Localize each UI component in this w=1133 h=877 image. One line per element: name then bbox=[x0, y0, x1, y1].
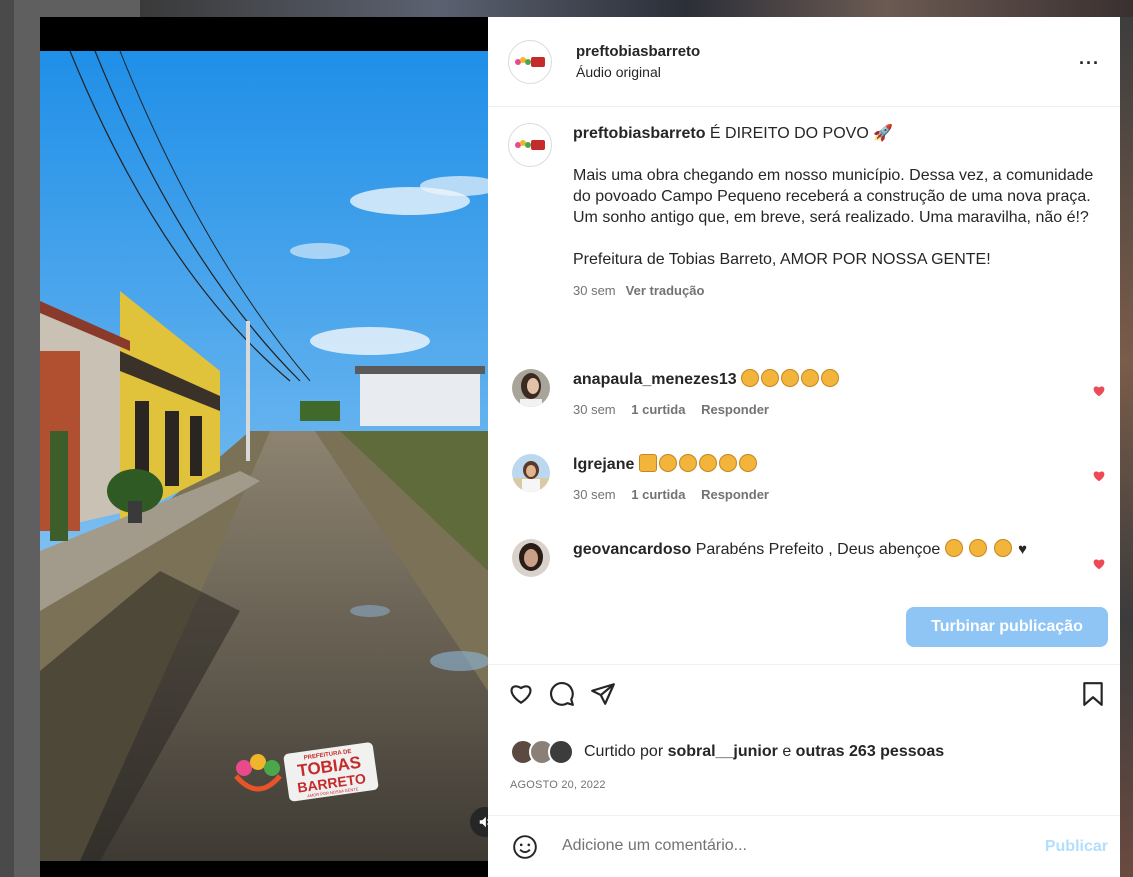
commenter-avatar[interactable] bbox=[512, 539, 550, 577]
commenter-username[interactable]: lgrejane bbox=[573, 456, 634, 473]
see-translation-button[interactable]: Ver tradução bbox=[626, 283, 705, 298]
reply-button[interactable]: Responder bbox=[701, 487, 769, 502]
audio-label[interactable]: Áudio original bbox=[576, 64, 700, 80]
caption-paragraph-2: Prefeitura de Tobias Barreto, AMOR POR N… bbox=[573, 251, 991, 268]
caption-username[interactable]: preftobiasbarreto bbox=[573, 125, 705, 142]
comment-likes-count[interactable]: 1 curtida bbox=[631, 487, 685, 502]
caption-time[interactable]: 30 sem bbox=[573, 283, 616, 298]
add-comment-bar: Publicar bbox=[488, 816, 1120, 877]
post-media[interactable]: PREFEITURA DE TOBIAS BARRETO AMOR POR NO… bbox=[40, 17, 488, 877]
commenter-avatar[interactable] bbox=[512, 369, 550, 407]
caption-paragraph-1: Mais uma obra chegando em nosso municípi… bbox=[573, 167, 1094, 226]
commenter-username[interactable]: geovancardoso bbox=[573, 541, 691, 558]
comments-list[interactable]: preftobiasbarreto É DIREITO DO POVO 🚀 Ma… bbox=[488, 107, 1120, 590]
likes-summary: Curtido por sobral__junior e outras 263 … bbox=[510, 739, 944, 765]
heart-outline-icon[interactable] bbox=[508, 681, 534, 707]
comment-item: anapaula_menezes13 30 sem 1 curtida Resp… bbox=[508, 369, 1108, 420]
caption-avatar[interactable] bbox=[508, 123, 552, 167]
prefeitura-logo-icon bbox=[515, 56, 545, 67]
heart-filled-icon[interactable] bbox=[1092, 469, 1106, 483]
comment-text: Parabéns Prefeito , Deus abençoe bbox=[695, 541, 941, 558]
clapping-hands-emojis bbox=[944, 539, 1014, 558]
clapping-hands-emojis bbox=[741, 369, 841, 388]
bookmark-icon[interactable] bbox=[1082, 681, 1104, 707]
author-username[interactable]: preftobiasbarreto bbox=[576, 43, 700, 60]
page-backdrop-right bbox=[1120, 17, 1133, 877]
page-backdrop-left bbox=[0, 0, 14, 877]
emoji-icon[interactable] bbox=[512, 834, 538, 860]
comment-likes-count[interactable]: 1 curtida bbox=[631, 402, 685, 417]
liker-avatar[interactable] bbox=[548, 739, 574, 765]
liked-by-conj: e bbox=[782, 743, 792, 760]
prefeitura-logo-icon bbox=[515, 140, 545, 150]
post-actions: Curtido por sobral__junior e outras 263 … bbox=[488, 665, 1120, 816]
clapping-hands-emojis bbox=[638, 454, 759, 473]
boost-row: Turbinar publicação bbox=[488, 590, 1120, 665]
liked-by-prefix: Curtido por bbox=[584, 743, 664, 760]
more-options-button[interactable]: ··· bbox=[1079, 53, 1100, 74]
commenter-username[interactable]: anapaula_menezes13 bbox=[573, 371, 737, 388]
caption-headline: É DIREITO DO POVO bbox=[709, 125, 869, 142]
liked-by-user[interactable]: sobral__junior bbox=[668, 743, 778, 761]
black-heart-icon: ♥ bbox=[1018, 541, 1028, 558]
heart-filled-icon[interactable] bbox=[1092, 384, 1106, 398]
liked-by-others[interactable]: outras 263 pessoas bbox=[796, 743, 945, 761]
heart-filled-icon[interactable] bbox=[1092, 557, 1106, 571]
post-date[interactable]: AGOSTO 20, 2022 bbox=[510, 779, 606, 791]
tobias-barreto-logo-watermark: PREFEITURA DE TOBIAS BARRETO AMOR POR NO… bbox=[234, 742, 379, 802]
comment-time[interactable]: 30 sem bbox=[573, 487, 616, 502]
post-details-panel: preftobiasbarreto Áudio original ··· pre… bbox=[488, 17, 1120, 877]
commenter-avatar[interactable] bbox=[512, 454, 550, 492]
post-header: preftobiasbarreto Áudio original ··· bbox=[488, 17, 1120, 107]
comment-time[interactable]: 30 sem bbox=[573, 402, 616, 417]
comment-input[interactable] bbox=[560, 836, 1004, 856]
liker-avatars[interactable] bbox=[510, 739, 574, 765]
author-avatar[interactable] bbox=[508, 39, 552, 84]
video-frame[interactable] bbox=[40, 51, 488, 861]
comment-bubble-icon[interactable] bbox=[549, 681, 575, 707]
page-backdrop-top bbox=[140, 0, 1133, 17]
comment-item: lgrejane 30 sem 1 curtida Responder bbox=[508, 454, 1108, 505]
rocket-emoji-icon: 🚀 bbox=[873, 125, 894, 142]
share-paper-plane-icon[interactable] bbox=[590, 681, 616, 707]
post-caption: preftobiasbarreto É DIREITO DO POVO 🚀 Ma… bbox=[508, 123, 1098, 301]
publish-button[interactable]: Publicar bbox=[1045, 838, 1108, 856]
reply-button[interactable]: Responder bbox=[701, 402, 769, 417]
speaker-muted-icon bbox=[479, 816, 488, 828]
boost-post-button[interactable]: Turbinar publicação bbox=[906, 607, 1108, 647]
comment-item: geovancardoso Parabéns Prefeito , Deus a… bbox=[508, 539, 1108, 577]
